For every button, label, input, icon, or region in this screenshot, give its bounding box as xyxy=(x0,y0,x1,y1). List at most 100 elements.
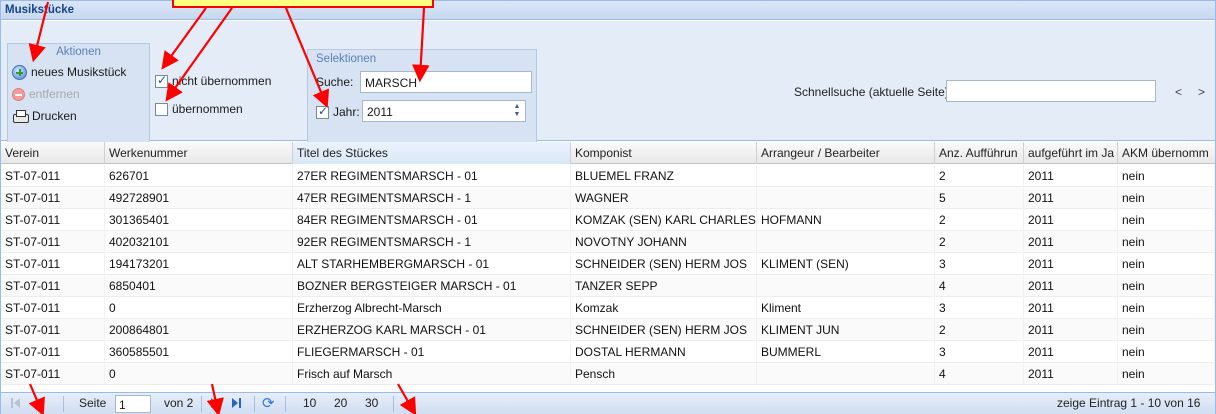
cell-jahr: 2011 xyxy=(1024,209,1118,231)
cell-verein: ST-07-011 xyxy=(1,165,105,187)
taken-checkbox[interactable] xyxy=(155,102,168,116)
col-akm-uebernommen[interactable]: AKM übernomm xyxy=(1118,142,1215,164)
page-size-30[interactable]: 30 xyxy=(365,396,378,410)
remove-button[interactable]: entfernen xyxy=(12,84,80,104)
cell-jahr: 2011 xyxy=(1024,253,1118,275)
cell-komponist: TANZER SEPP xyxy=(571,275,757,297)
next-page-icon[interactable] xyxy=(211,398,217,408)
page-size-20[interactable]: 20 xyxy=(334,396,347,410)
cell-werkenummer: 402032101 xyxy=(105,231,293,253)
search-input[interactable]: MARSCH xyxy=(360,71,532,93)
cell-akm: nein xyxy=(1118,165,1215,187)
year-filter[interactable]: Jahr: xyxy=(316,104,360,119)
col-aufgefuehrt-im-jahr[interactable]: aufgeführt im Ja xyxy=(1024,142,1118,164)
quicksearch-next-button[interactable]: > xyxy=(1198,85,1205,99)
cell-werkenummer: 301365401 xyxy=(105,209,293,231)
print-button[interactable]: Drucken xyxy=(12,106,77,126)
col-komponist[interactable]: Komponist xyxy=(571,142,757,164)
page-of-label: von 2 xyxy=(164,396,194,410)
cell-akm: nein xyxy=(1118,187,1215,209)
table-row[interactable]: ST-07-011 492728901 47ER REGIMENTSMARSCH… xyxy=(1,187,1215,209)
cell-akm: nein xyxy=(1118,231,1215,253)
table-row[interactable]: ST-07-011 0 Frisch auf Marsch Pensch 4 2… xyxy=(1,363,1215,385)
spinner-arrows-icon[interactable]: ▲ ▼ xyxy=(511,103,523,119)
cell-werkenummer: 200864801 xyxy=(105,319,293,341)
prev-page-icon[interactable] xyxy=(35,398,41,408)
pager-separator xyxy=(254,396,255,412)
printer-icon xyxy=(12,109,29,123)
table-row[interactable]: ST-07-011 626701 27ER REGIMENTSMARSCH - … xyxy=(1,165,1215,187)
refresh-icon[interactable]: ⟳ xyxy=(262,394,275,412)
new-musikstueck-button[interactable]: neues Musikstück xyxy=(12,62,126,82)
cell-arrangeur xyxy=(757,187,935,209)
table-row[interactable]: ST-07-011 301365401 84ER REGIMENTSMARSCH… xyxy=(1,209,1215,231)
col-verein[interactable]: Verein xyxy=(1,142,105,164)
last-page-icon[interactable] xyxy=(232,398,241,408)
year-checkbox[interactable] xyxy=(316,104,329,119)
quicksearch-input[interactable] xyxy=(946,80,1156,102)
cell-anz: 3 xyxy=(935,297,1024,319)
cell-arrangeur: KLIMENT JUN xyxy=(757,319,935,341)
col-arrangeur[interactable]: Arrangeur / Bearbeiter xyxy=(757,142,935,164)
page-size-10[interactable]: 10 xyxy=(303,396,316,410)
cell-komponist: Pensch xyxy=(571,363,757,385)
cell-anz: 5 xyxy=(935,187,1024,209)
actions-group: Aktionen neues Musikstück entfernen Druc… xyxy=(7,43,150,155)
pager-separator xyxy=(63,396,64,412)
filter-taken[interactable]: übernommen xyxy=(155,102,243,116)
not-taken-checkbox[interactable] xyxy=(155,73,168,88)
cell-arrangeur: Kliment xyxy=(757,297,935,319)
col-werkenummer[interactable]: Werkenummer xyxy=(105,142,293,164)
cell-titel: ERZHERZOG KARL MARSCH - 01 xyxy=(293,319,571,341)
page-label: Seite xyxy=(79,396,107,410)
cell-jahr: 2011 xyxy=(1024,297,1118,319)
cell-komponist: KOMZAK (SEN) KARL CHARLES xyxy=(571,209,757,231)
cell-akm: nein xyxy=(1118,363,1215,385)
col-titel[interactable]: Titel des Stückes xyxy=(293,142,571,164)
cell-verein: ST-07-011 xyxy=(1,341,105,363)
cell-titel: FLIEGERMARSCH - 01 xyxy=(293,341,571,363)
cell-anz: 2 xyxy=(935,231,1024,253)
cell-arrangeur xyxy=(757,231,935,253)
cell-arrangeur xyxy=(757,275,935,297)
cell-komponist: SCHNEIDER (SEN) HERM JOS xyxy=(571,253,757,275)
cell-verein: ST-07-011 xyxy=(1,275,105,297)
pager-separator xyxy=(393,396,394,412)
table-row[interactable]: ST-07-011 402032101 92ER REGIMENTSMARSCH… xyxy=(1,231,1215,253)
cell-jahr: 2011 xyxy=(1024,231,1118,253)
cell-titel: Erzherzog Albrecht-Marsch xyxy=(293,297,571,319)
cell-verein: ST-07-011 xyxy=(1,319,105,341)
first-page-icon[interactable] xyxy=(11,398,20,408)
cell-anz: 2 xyxy=(935,209,1024,231)
cell-werkenummer: 0 xyxy=(105,297,293,319)
cell-akm: nein xyxy=(1118,253,1215,275)
cell-akm: nein xyxy=(1118,319,1215,341)
table-row[interactable]: ST-07-011 6850401 BOZNER BERGSTEIGER MAR… xyxy=(1,275,1215,297)
cell-akm: nein xyxy=(1118,341,1215,363)
cell-verein: ST-07-011 xyxy=(1,209,105,231)
table-row[interactable]: ST-07-011 0 Erzherzog Albrecht-Marsch Ko… xyxy=(1,297,1215,319)
table-row[interactable]: ST-07-011 194173201 ALT STARHEMBERGMARSC… xyxy=(1,253,1215,275)
cell-anz: 4 xyxy=(935,275,1024,297)
pager-separator xyxy=(201,396,202,412)
toolbar: Aktionen neues Musikstück entfernen Druc… xyxy=(1,21,1215,155)
cell-werkenummer: 6850401 xyxy=(105,275,293,297)
quicksearch-prev-button[interactable]: < xyxy=(1175,85,1182,99)
filter-not-taken[interactable]: nicht übernommen xyxy=(155,73,271,88)
table-row[interactable]: ST-07-011 200864801 ERZHERZOG KARL MARSC… xyxy=(1,319,1215,341)
cell-titel: 47ER REGIMENTSMARSCH - 1 xyxy=(293,187,571,209)
year-label: Jahr: xyxy=(333,105,360,119)
cell-akm: nein xyxy=(1118,297,1215,319)
table-row[interactable]: ST-07-011 360585501 FLIEGERMARSCH - 01 D… xyxy=(1,341,1215,363)
cell-titel: ALT STARHEMBERGMARSCH - 01 xyxy=(293,253,571,275)
cell-komponist: WAGNER xyxy=(571,187,757,209)
musikstuecke-panel: Musikstücke Aktionen neues Musikstück en… xyxy=(0,0,1216,414)
remove-icon xyxy=(12,87,25,101)
year-spinner[interactable]: 2011 ▲ ▼ xyxy=(362,100,526,122)
page-number-input[interactable]: 1 xyxy=(115,395,151,413)
cell-komponist: Komzak xyxy=(571,297,757,319)
cell-werkenummer: 0 xyxy=(105,363,293,385)
col-anz-auffuehrungen[interactable]: Anz. Aufführun xyxy=(935,142,1024,164)
cell-komponist: SCHNEIDER (SEN) HERM JOS xyxy=(571,319,757,341)
cell-jahr: 2011 xyxy=(1024,363,1118,385)
